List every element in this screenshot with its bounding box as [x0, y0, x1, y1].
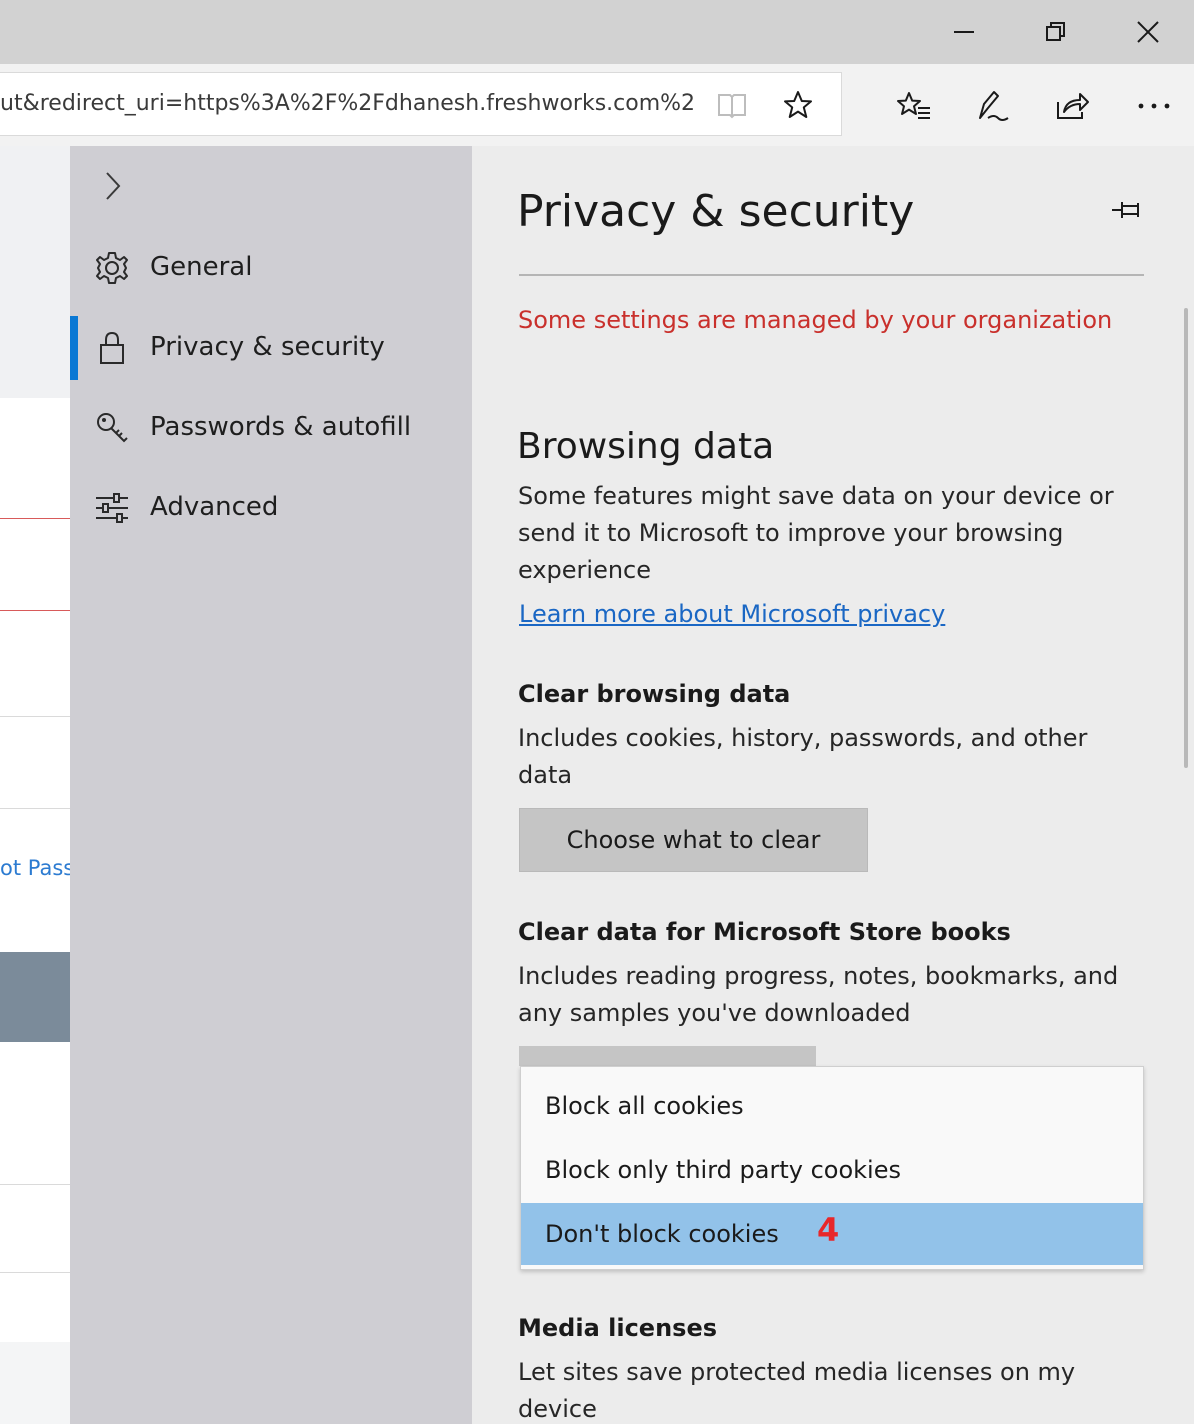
cookies-dropdown-list[interactable]: Block all cookies Block only third party…: [520, 1066, 1144, 1270]
collapse-nav-button[interactable]: [96, 170, 128, 202]
favorites-hub-button[interactable]: [894, 86, 934, 126]
nav-item-passwords-autofill[interactable]: Passwords & autofill: [70, 388, 472, 468]
option-block-third-party-cookies[interactable]: Block only third party cookies: [521, 1139, 1143, 1201]
close-button[interactable]: [1102, 0, 1194, 64]
managed-notice: Some settings are managed by your organi…: [518, 306, 1113, 334]
key-icon: [92, 408, 132, 448]
page-login-button[interactable]: [0, 952, 70, 1042]
restore-icon: [1046, 22, 1065, 41]
option-block-all-cookies[interactable]: Block all cookies: [521, 1075, 1143, 1137]
browser-toolbar: ut&redirect_uri=https%3A%2F%2Fdhanesh.fr…: [0, 64, 1194, 146]
page-divider: [0, 1272, 70, 1273]
nav-item-advanced[interactable]: Advanced: [70, 468, 472, 548]
learn-more-privacy-link[interactable]: Learn more about Microsoft privacy: [519, 600, 945, 628]
lock-icon: [92, 328, 132, 368]
nav-item-label: General: [150, 252, 253, 282]
more-icon: [1138, 103, 1170, 109]
add-favorite-button[interactable]: [782, 89, 814, 121]
page-divider: [0, 1184, 70, 1185]
media-licenses-heading: Media licenses: [518, 1314, 718, 1342]
panel-scrollbar[interactable]: [1184, 308, 1188, 768]
settings-nav: General Privacy & security Passwords & a…: [70, 146, 472, 1424]
gear-icon: [92, 248, 132, 288]
option-dont-block-cookies[interactable]: Don't block cookies 4: [521, 1203, 1143, 1265]
minimize-icon: [954, 31, 974, 33]
forgot-password-link[interactable]: ot Pass: [0, 856, 70, 880]
clear-books-heading: Clear data for Microsoft Store books: [518, 918, 1011, 946]
web-page-content: ot Pass: [0, 146, 70, 1424]
clear-books-description: Includes reading progress, notes, bookma…: [518, 962, 1119, 1027]
page-divider: [0, 808, 70, 809]
more-button[interactable]: [1134, 86, 1174, 126]
clear-books-button[interactable]: [519, 1046, 816, 1066]
nav-item-label: Privacy & security: [150, 332, 385, 362]
nav-item-general[interactable]: General: [70, 228, 472, 308]
title-divider: [519, 274, 1144, 276]
share-button[interactable]: [1052, 86, 1092, 126]
page-divider: [0, 610, 70, 611]
clear-browsing-heading: Clear browsing data: [518, 680, 791, 708]
restore-button[interactable]: [1010, 0, 1102, 64]
share-icon: [1057, 93, 1089, 119]
media-licenses-description: Let sites save protected media licenses …: [518, 1358, 1076, 1423]
favorite-star-icon: [784, 91, 812, 118]
browsing-data-heading: Browsing data: [517, 426, 775, 467]
privacy-settings-panel: Privacy & security Some settings are man…: [472, 146, 1194, 1424]
reading-view-button[interactable]: [716, 89, 748, 121]
page-divider: [0, 716, 70, 717]
pin-icon: [1112, 202, 1139, 218]
chevron-right-icon: [106, 172, 121, 200]
option-label: Don't block cookies: [545, 1220, 779, 1248]
step-annotation: 4: [817, 1211, 840, 1249]
title-bar: [0, 0, 1194, 64]
pin-button[interactable]: [1108, 194, 1148, 226]
favorites-hub-icon: [897, 92, 930, 119]
page-footer-area: [0, 1342, 70, 1424]
browsing-data-description: Some features might save data on your de…: [518, 482, 1114, 584]
clear-browsing-description: Includes cookies, history, passwords, an…: [518, 724, 1088, 789]
reading-view-icon: [718, 94, 746, 119]
minimize-button[interactable]: [918, 0, 1010, 64]
nav-item-label: Advanced: [150, 492, 279, 522]
page-divider: [0, 518, 70, 519]
choose-what-to-clear-button[interactable]: Choose what to clear: [519, 808, 868, 872]
sliders-icon: [92, 488, 132, 528]
address-bar[interactable]: ut&redirect_uri=https%3A%2F%2Fdhanesh.fr…: [0, 72, 842, 136]
page-header-area: [0, 146, 70, 398]
web-note-icon: [979, 91, 1009, 121]
web-note-button[interactable]: [972, 86, 1012, 126]
panel-title: Privacy & security: [517, 186, 915, 237]
nav-item-privacy-security[interactable]: Privacy & security: [70, 308, 472, 388]
address-text[interactable]: ut&redirect_uri=https%3A%2F%2Fdhanesh.fr…: [0, 91, 700, 116]
close-icon: [1137, 21, 1159, 43]
nav-item-label: Passwords & autofill: [150, 412, 412, 442]
